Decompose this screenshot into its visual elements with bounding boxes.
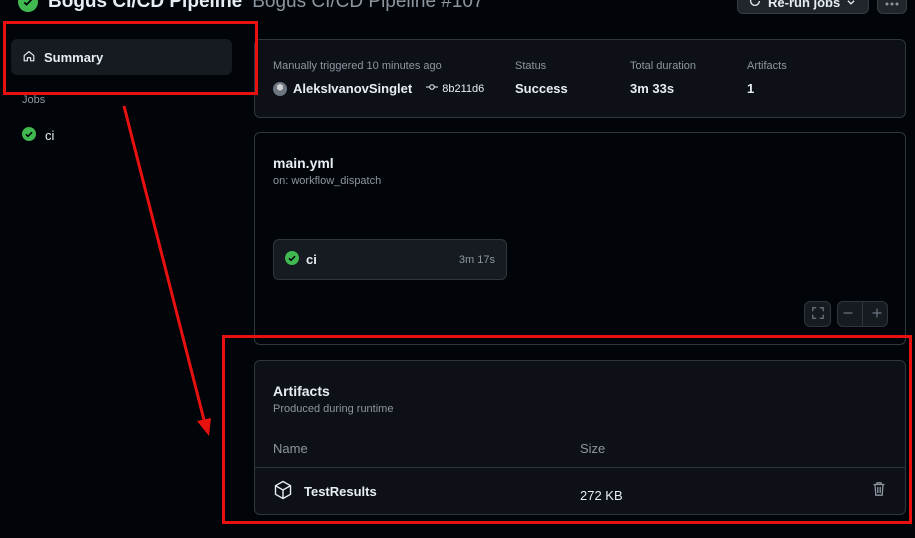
git-commit-icon [426, 82, 439, 95]
zoom-in-button[interactable] [871, 307, 883, 322]
rerun-jobs-button[interactable]: Re-run jobs [737, 0, 869, 14]
workflow-file-name: main.yml [273, 155, 334, 171]
fullscreen-button[interactable] [804, 301, 831, 327]
sidebar-item-label: ci [45, 128, 55, 143]
workflow-trigger: on: workflow_dispatch [273, 175, 382, 187]
commit-link[interactable]: 8b211d6 [426, 82, 484, 95]
workflow-graph-card: main.yml on: workflow_dispatch ci 3m 17s [254, 132, 906, 345]
zoom-controls [837, 301, 888, 327]
status-value: Success [515, 81, 568, 96]
column-header-name: Name [273, 441, 308, 456]
sidebar-item-summary[interactable]: Summary [11, 39, 232, 75]
sidebar-item-label: Summary [44, 49, 104, 65]
screen-full-icon [811, 306, 825, 323]
sidebar-item-job-ci[interactable]: ci [22, 127, 54, 144]
package-icon [273, 480, 293, 503]
chevron-down-icon [846, 0, 856, 10]
trigger-info: Manually triggered 10 minutes ago AleksI… [273, 60, 484, 96]
artifacts-count-label: Artifacts [747, 60, 787, 72]
duration-info: Total duration 3m 33s [630, 60, 696, 96]
trigger-label: Manually triggered 10 minutes ago [273, 60, 442, 72]
kebab-horizontal-icon [885, 0, 899, 10]
delete-artifact-button[interactable] [872, 481, 886, 500]
commit-sha: 8b211d6 [442, 82, 485, 95]
artifact-size: 272 KB [580, 488, 623, 503]
column-header-size: Size [580, 441, 606, 456]
avatar[interactable] [273, 81, 287, 96]
duration-label: Total duration [630, 60, 697, 72]
divider [862, 302, 863, 326]
artifacts-info: Artifacts 1 [747, 60, 787, 96]
artifact-link[interactable]: TestResults [273, 480, 377, 503]
sync-icon [748, 0, 762, 11]
status-label: Status [515, 60, 547, 72]
artifacts-subtitle: Produced during runtime [273, 403, 394, 415]
trash-icon [872, 482, 886, 500]
table-row: TestResults 272 KB [255, 468, 905, 514]
artifacts-count-value: 1 [747, 81, 755, 96]
run-name: Bogus CI/CD Pipeline #107 [252, 0, 484, 12]
zoom-out-button[interactable] [842, 307, 854, 322]
success-check-icon [18, 0, 38, 12]
graph-job-name: ci [306, 252, 317, 267]
duration-value: 3m 33s [630, 81, 675, 96]
rerun-jobs-label: Re-run jobs [768, 0, 841, 10]
graph-job-ci[interactable]: ci 3m 17s [273, 239, 507, 280]
more-options-button[interactable] [877, 0, 907, 14]
artifact-name: TestResults [304, 484, 377, 499]
success-check-icon [285, 251, 299, 268]
home-icon [22, 49, 36, 66]
success-check-icon [22, 127, 36, 144]
jobs-heading: Jobs [22, 94, 46, 106]
status-info: Status Success [515, 60, 568, 96]
actor-link[interactable]: AleksIvanovSinglet [293, 81, 412, 96]
page-header: Bogus CI/CD Pipeline Bogus CI/CD Pipelin… [18, 0, 484, 13]
workflow-name: Bogus CI/CD Pipeline [48, 0, 243, 12]
artifacts-card: Artifacts Produced during runtime Name S… [254, 360, 906, 515]
artifacts-title: Artifacts [273, 383, 330, 399]
graph-job-duration: 3m 17s [458, 253, 495, 266]
run-info-card: Manually triggered 10 minutes ago AleksI… [254, 39, 906, 118]
